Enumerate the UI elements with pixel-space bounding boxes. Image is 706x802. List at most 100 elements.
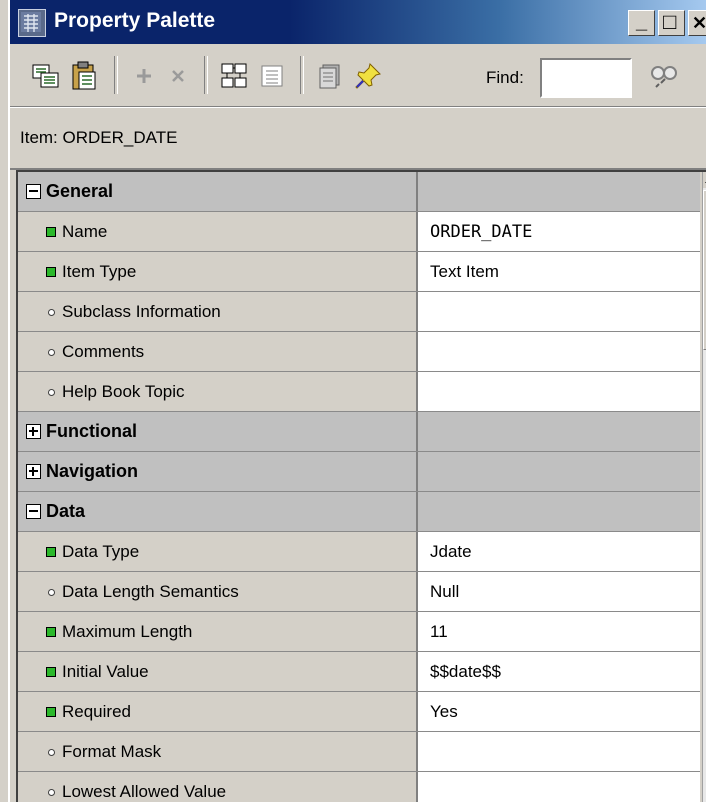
property-name: Format Mask [62,742,162,761]
property-value: Yes [430,702,458,721]
inherit-icon [319,64,340,89]
property-label-cell[interactable]: Required [18,692,418,731]
category-name: Navigation [46,461,139,481]
property-row[interactable]: Format Mask [18,732,700,772]
union-icon [221,63,247,88]
expand-icon[interactable] [26,424,41,439]
expand-icon[interactable] [26,464,41,479]
property-row[interactable]: Data Type Jdate [18,532,700,572]
property-label-cell[interactable]: General [18,172,418,211]
property-label-cell[interactable]: Help Book Topic [18,372,418,411]
property-row[interactable]: Required Yes [18,692,700,732]
property-value-cell[interactable]: Text Item [418,252,700,291]
property-value-cell[interactable]: ORDER_DATE [418,212,700,251]
property-label-cell[interactable]: Subclass Information [18,292,418,331]
property-name: Name [62,222,108,241]
copy-properties-button[interactable] [28,58,64,94]
property-label-cell[interactable]: Data [18,492,418,531]
property-value-cell[interactable] [418,372,700,411]
property-value-cell[interactable]: 11 [418,612,700,651]
window-title: Property Palette [54,9,216,32]
collapse-icon[interactable] [26,184,41,199]
paste-properties-button[interactable] [66,58,102,94]
maximize-icon: □ [663,9,677,34]
property-row[interactable]: Name ORDER_DATE [18,212,700,252]
property-row[interactable]: Data Length Semantics Null [18,572,700,612]
property-name: Item Type [62,262,137,281]
changed-property-icon [46,547,56,557]
intersection-icon [261,65,283,87]
property-label-cell[interactable]: Format Mask [18,732,418,771]
property-name: Initial Value [62,662,149,681]
default-property-icon [48,309,55,316]
category-name: General [46,181,114,201]
collapse-icon[interactable] [26,504,41,519]
property-row[interactable]: Comments [18,332,700,372]
paste-properties-icon [72,61,96,90]
property-category-row[interactable]: General [18,172,700,212]
copy-properties-icon [32,64,59,88]
property-category-row[interactable]: Data [18,492,700,532]
default-property-icon [48,749,55,756]
property-row[interactable]: Lowest Allowed Value [18,772,700,802]
property-value-cell [418,412,700,451]
close-icon: ✕ [692,13,706,33]
property-label-cell[interactable]: Data Type [18,532,418,571]
property-label-cell[interactable]: Item Type [18,252,418,291]
changed-property-icon [46,707,56,717]
property-category-row[interactable]: Functional [18,412,700,452]
property-value-cell[interactable]: $$date$$ [418,652,700,691]
close-button[interactable]: ✕ [688,10,706,36]
property-name: Maximum Length [62,622,193,641]
title-bar[interactable]: Property Palette _ □ ✕ [10,0,706,44]
property-row[interactable]: Item Type Text Item [18,252,700,292]
current-item-label: Item: ORDER_DATE [20,128,178,147]
vertical-scrollbar[interactable] [702,172,706,802]
union-button[interactable] [216,58,252,94]
property-label-cell[interactable]: Comments [18,332,418,371]
property-name: Subclass Information [62,302,221,321]
delete-property-button[interactable] [160,58,196,94]
property-row[interactable]: Maximum Length 11 [18,612,700,652]
property-label-cell[interactable]: Data Length Semantics [18,572,418,611]
property-label-cell[interactable]: Lowest Allowed Value [18,772,418,802]
property-label-cell[interactable]: Functional [18,412,418,451]
property-value-cell [418,452,700,491]
property-value-cell[interactable] [418,332,700,371]
property-value: Text Item [430,262,499,281]
category-name: Data [46,501,86,521]
default-property-icon [48,349,55,356]
property-row[interactable]: Help Book Topic [18,372,700,412]
property-row[interactable]: Subclass Information [18,292,700,332]
property-value-cell[interactable]: Jdate [418,532,700,571]
add-property-button[interactable] [126,58,162,94]
changed-property-icon [46,667,56,677]
default-property-icon [48,589,55,596]
find-input[interactable] [540,58,632,98]
property-palette-window: Property Palette _ □ ✕ Find: Item: ORDER… [8,0,706,802]
property-label-cell[interactable]: Navigation [18,452,418,491]
property-value-cell[interactable] [418,772,700,802]
toolbar: Find: [10,44,706,107]
find-icon [651,66,677,88]
property-label-cell[interactable]: Name [18,212,418,251]
property-label-cell[interactable]: Maximum Length [18,612,418,651]
property-name: Help Book Topic [62,382,185,401]
property-value: Jdate [430,542,472,561]
property-value-cell[interactable] [418,292,700,331]
property-category-row[interactable]: Navigation [18,452,700,492]
minimize-button[interactable]: _ [628,10,655,36]
maximize-button[interactable]: □ [658,10,685,36]
property-value: Null [430,582,460,601]
property-label-cell[interactable]: Initial Value [18,652,418,691]
find-button[interactable] [646,58,682,94]
property-value-cell[interactable]: Null [418,572,700,611]
freeze-button[interactable] [350,58,386,94]
property-value: $$date$$ [430,662,501,681]
inherit-button[interactable] [312,58,348,94]
add-property-icon [137,69,151,83]
intersection-button[interactable] [254,58,290,94]
property-value-cell[interactable] [418,732,700,771]
property-value-cell[interactable]: Yes [418,692,700,731]
property-row[interactable]: Initial Value $$date$$ [18,652,700,692]
